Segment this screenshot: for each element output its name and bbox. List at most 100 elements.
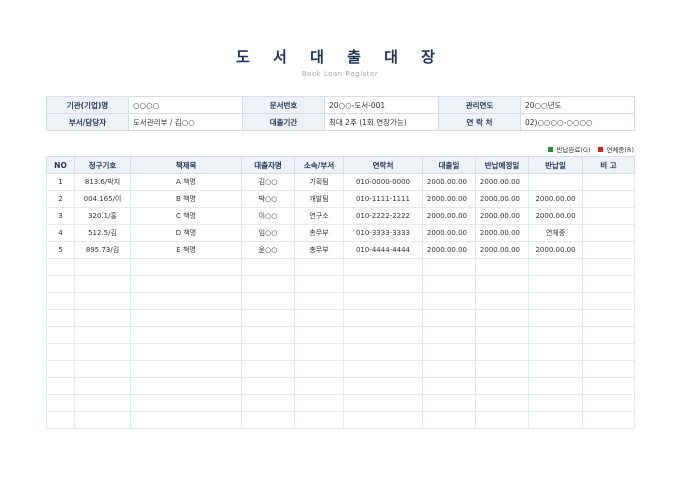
empty-cell [46, 411, 75, 429]
legend-returned: 반납완료(G) [548, 144, 590, 154]
empty-cell [475, 360, 529, 378]
book-title: E 책명 [130, 241, 242, 259]
empty-row [46, 360, 635, 378]
empty-cell [422, 411, 476, 429]
column-header: 책제목 [130, 156, 242, 174]
call-number: 320.1/홍 [74, 207, 131, 225]
column-header: 반납일 [528, 156, 583, 174]
info-table: 기관(기업)명 ○○○○ 문서번호 20○○-도서-001 관리연도 20○○년… [46, 96, 635, 131]
period-label: 대출기간 [242, 113, 325, 131]
empty-cell [343, 360, 423, 378]
empty-cell [582, 292, 635, 310]
empty-cell [422, 258, 476, 276]
empty-cell [130, 275, 242, 293]
borrower-name: 박○○ [241, 190, 295, 208]
empty-cell [582, 394, 635, 412]
book-title: C 책명 [130, 207, 242, 225]
empty-cell [130, 377, 242, 395]
org-value: ○○○○ [128, 96, 243, 114]
row-number: 2 [46, 190, 75, 208]
year-label: 관리연도 [438, 96, 521, 114]
note [582, 241, 635, 259]
borrower-phone: 010-2222-2222 [343, 207, 423, 225]
status-legend: 반납완료(G) 연체중(R) [548, 144, 634, 154]
empty-cell [343, 411, 423, 429]
empty-cell [475, 258, 529, 276]
empty-cell [74, 343, 131, 361]
empty-cell [46, 309, 75, 327]
empty-cell [130, 394, 242, 412]
empty-cell [582, 343, 635, 361]
empty-cell [46, 292, 75, 310]
call-number: 512.5/김 [74, 224, 131, 242]
empty-cell [130, 309, 242, 327]
empty-row [46, 394, 635, 412]
empty-cell [74, 360, 131, 378]
borrower-name: 김○○ [241, 173, 295, 191]
empty-cell [46, 343, 75, 361]
empty-cell [343, 292, 423, 310]
empty-row [46, 411, 635, 429]
empty-cell [241, 343, 295, 361]
empty-cell [582, 275, 635, 293]
red-square-icon [598, 146, 604, 152]
row-number: 5 [46, 241, 75, 259]
column-header: 반납예정일 [475, 156, 529, 174]
return-date: 연체중 [528, 224, 583, 242]
table-row: 1 813.6/박지 A 책명 김○○ 기획팀 010-0000-0000 2000.00.… [46, 173, 635, 191]
empty-cell [422, 360, 476, 378]
empty-cell [343, 377, 423, 395]
due-date: 2000.00.00 [475, 207, 529, 225]
info-row: 부서/담당자 도서관리부 / 김○○ 대출기간 최대 2주 (1회 연장가능) … [46, 113, 635, 131]
empty-cell [343, 275, 423, 293]
empty-row [46, 309, 635, 327]
empty-cell [294, 309, 344, 327]
year-value: 20○○년도 [520, 96, 635, 114]
note [582, 173, 635, 191]
period-value: 최대 2주 (1회 연장가능) [324, 113, 439, 131]
empty-cell [343, 258, 423, 276]
empty-cell [475, 343, 529, 361]
borrower-name: 윤○○ [241, 241, 295, 259]
empty-cell [475, 309, 529, 327]
empty-cell [582, 360, 635, 378]
borrower-phone: 010-0000-0000 [343, 173, 423, 191]
org-label: 기관(기업)명 [46, 96, 129, 114]
empty-cell [74, 394, 131, 412]
empty-cell [528, 309, 583, 327]
due-date: 2000.00.00 [475, 190, 529, 208]
page-subtitle: Book Loan Register [301, 70, 379, 78]
loan-date: 2000.00.00 [422, 224, 476, 242]
empty-cell [528, 292, 583, 310]
empty-cell [475, 275, 529, 293]
empty-cell [475, 292, 529, 310]
empty-cell [74, 292, 131, 310]
empty-cell [475, 377, 529, 395]
empty-cell [294, 258, 344, 276]
empty-cell [582, 377, 635, 395]
empty-cell [528, 275, 583, 293]
legend-overdue-label: 연체중(R) [606, 146, 634, 154]
empty-cell [475, 411, 529, 429]
empty-cell [294, 275, 344, 293]
empty-cell [343, 343, 423, 361]
column-header: NO [46, 156, 75, 174]
empty-cell [294, 377, 344, 395]
borrower-dept: 개발팀 [294, 190, 344, 208]
borrower-phone: 010-4444-4444 [343, 241, 423, 259]
empty-cell [422, 326, 476, 344]
book-title: B 책명 [130, 190, 242, 208]
empty-cell [130, 258, 242, 276]
empty-cell [241, 411, 295, 429]
due-date: 2000.00.00 [475, 173, 529, 191]
dept-label: 부서/담당자 [46, 113, 129, 131]
empty-cell [422, 377, 476, 395]
empty-row [46, 326, 635, 344]
borrower-dept: 기획팀 [294, 173, 344, 191]
empty-cell [241, 377, 295, 395]
info-row: 기관(기업)명 ○○○○ 문서번호 20○○-도서-001 관리연도 20○○년… [46, 96, 635, 114]
empty-cell [475, 394, 529, 412]
row-number: 1 [46, 173, 75, 191]
empty-cell [582, 258, 635, 276]
borrower-dept: 총무부 [294, 224, 344, 242]
